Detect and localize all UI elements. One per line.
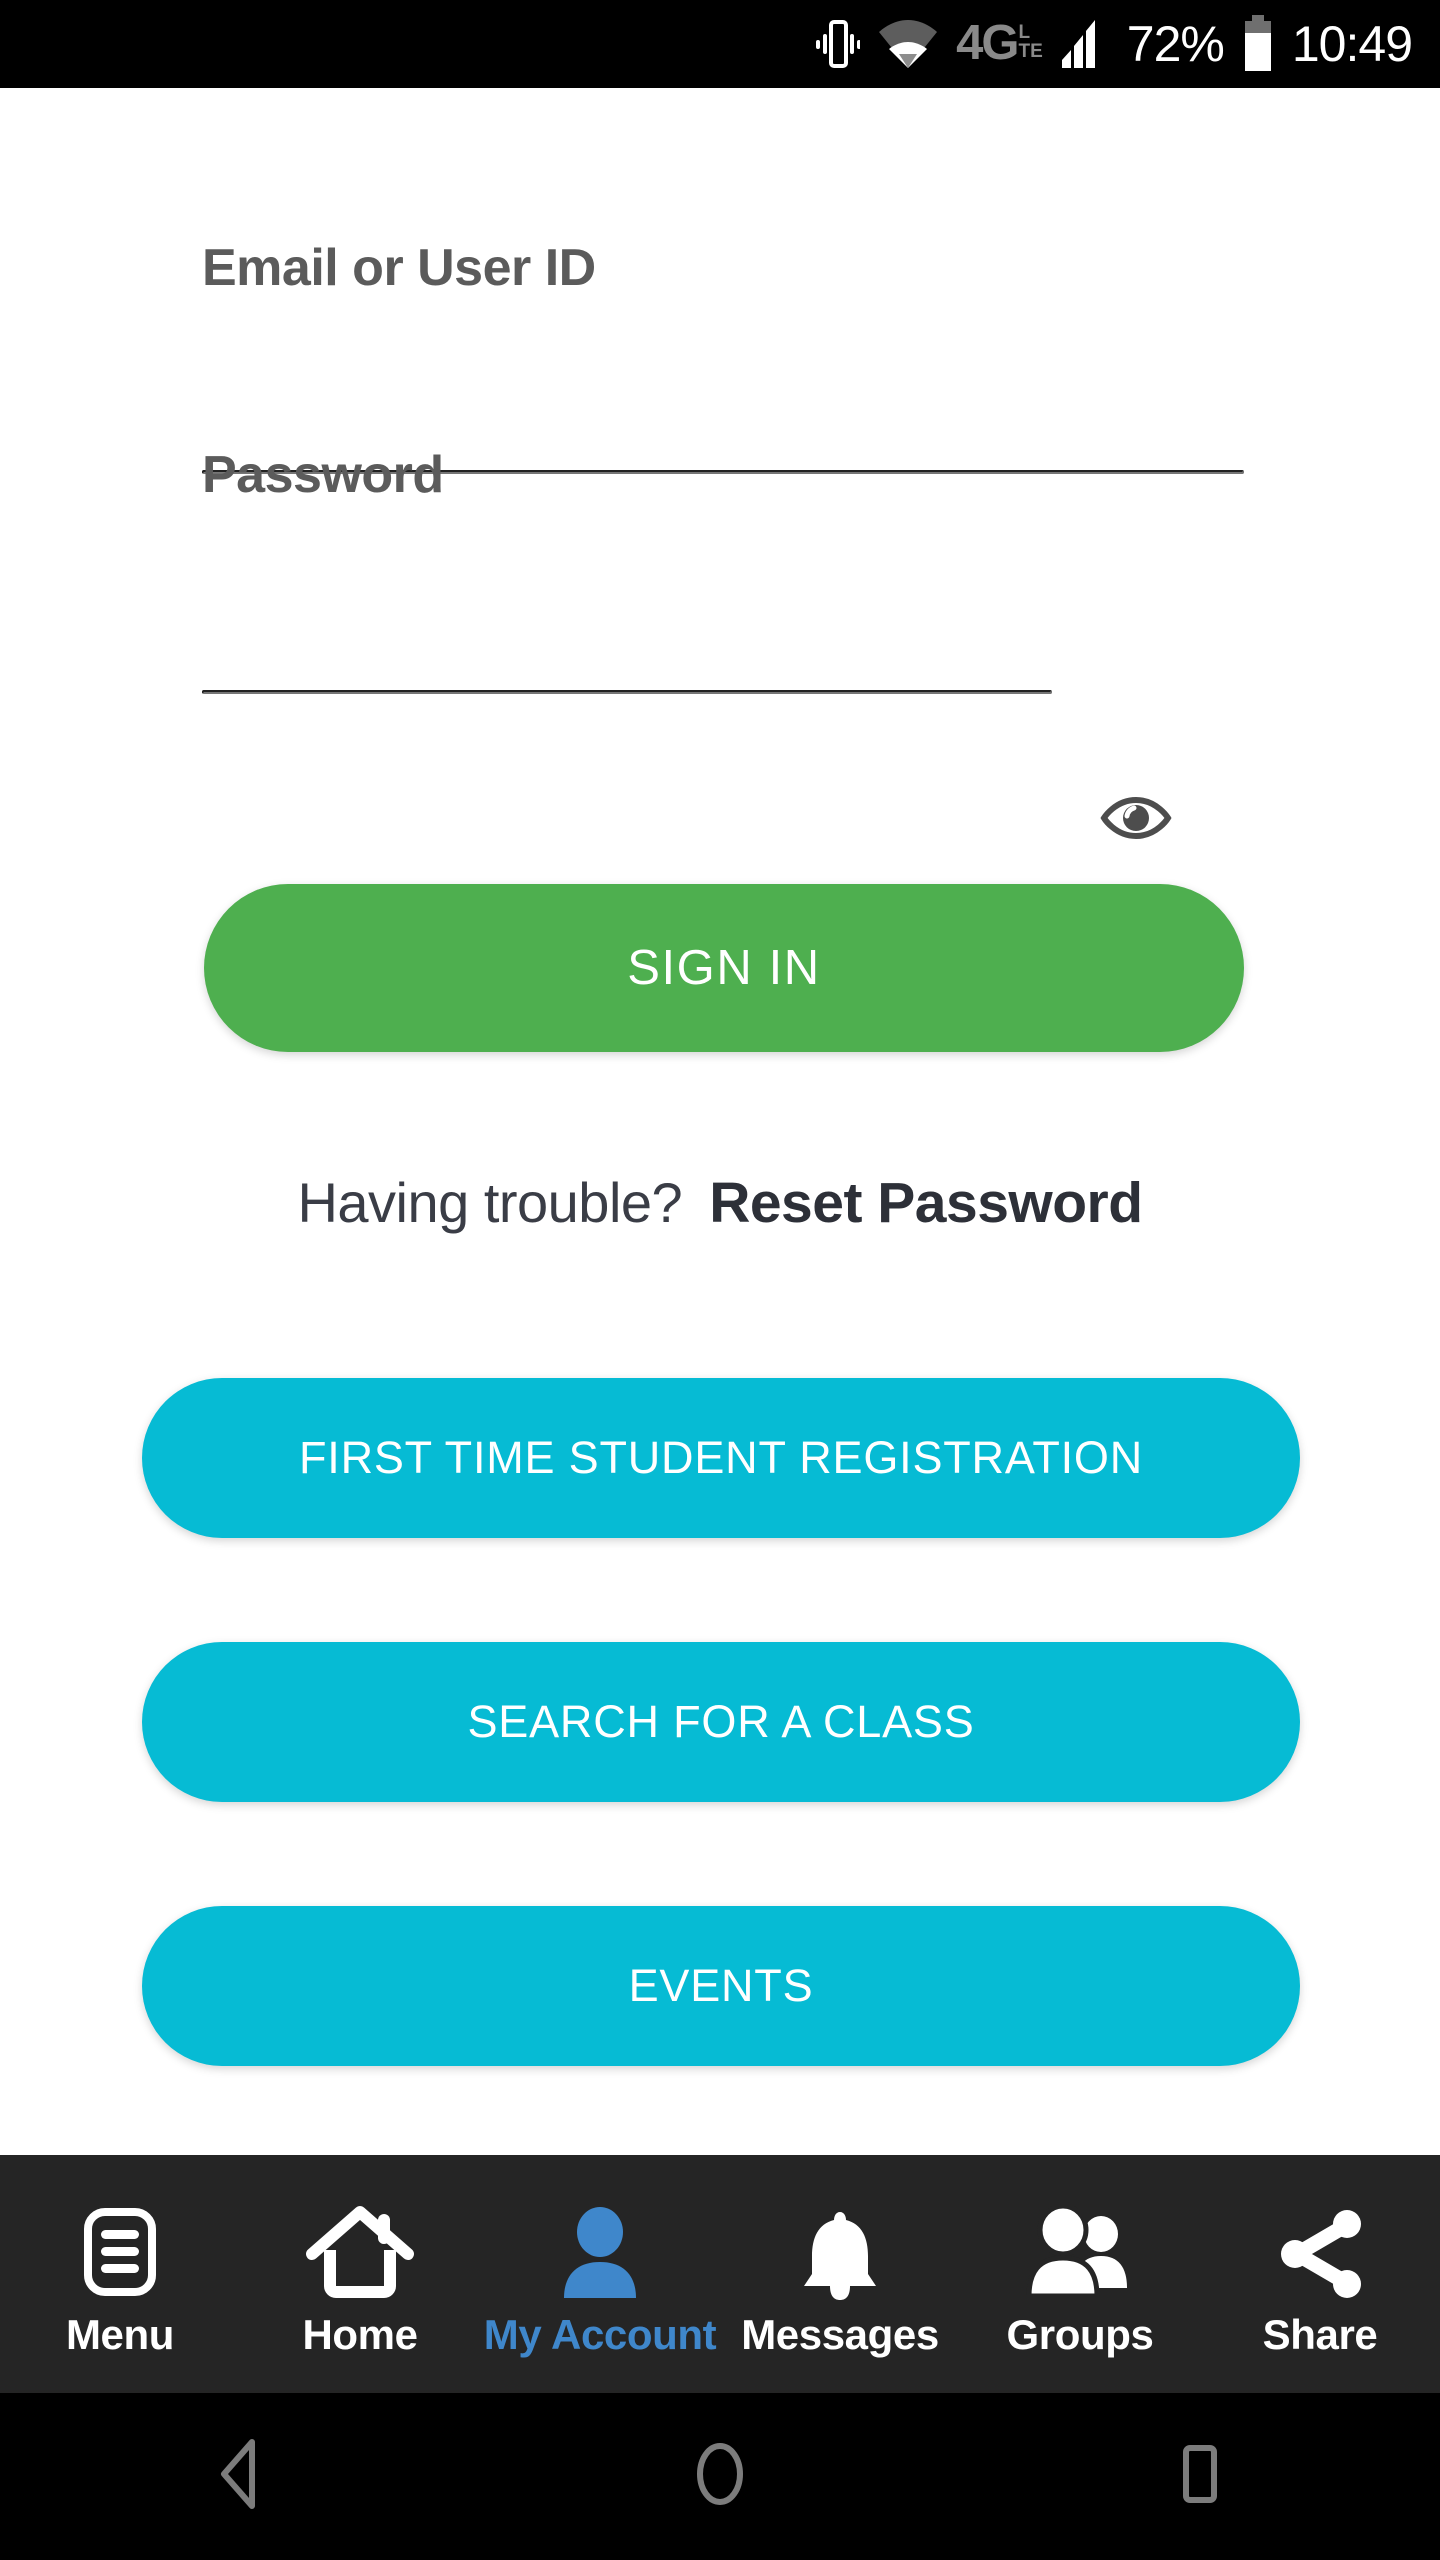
back-triangle-icon <box>204 2434 276 2519</box>
clock-label: 10:49 <box>1291 16 1413 72</box>
status-bar: 4G L TE 72% 10:49 <box>0 0 1440 88</box>
password-visibility-toggle[interactable] <box>1098 782 1174 858</box>
nav-item-menu[interactable]: Menu <box>0 2155 240 2393</box>
eye-icon <box>1100 790 1172 851</box>
person-icon <box>554 2202 646 2308</box>
battery-icon <box>1241 15 1275 73</box>
nav-item-share[interactable]: Share <box>1200 2155 1440 2393</box>
wifi-icon <box>877 16 939 72</box>
network-type-sub-bottom: TE <box>1018 41 1043 63</box>
system-home-button[interactable] <box>480 2434 960 2519</box>
trouble-row: Having trouble? Reset Password <box>0 1170 1440 1236</box>
bottom-navigation-bar: Menu Home My Account Messages Groups Sha… <box>0 2155 1440 2393</box>
battery-percent-label: 72% <box>1126 16 1225 72</box>
home-circle-icon <box>684 2434 756 2519</box>
system-back-button[interactable] <box>0 2434 480 2519</box>
share-icon <box>1271 2202 1369 2308</box>
menu-icon <box>76 2202 164 2308</box>
system-recents-button[interactable] <box>960 2434 1440 2519</box>
groups-icon <box>1021 2202 1139 2308</box>
network-type-icon: 4G L TE <box>956 16 1043 71</box>
network-type-sub-top: L <box>1018 22 1031 44</box>
nav-label-share: Share <box>1262 2311 1378 2358</box>
search-for-a-class-button[interactable]: SEARCH FOR A CLASS <box>142 1642 1300 1802</box>
system-navigation-bar <box>0 2393 1440 2560</box>
nav-label-menu: Menu <box>65 2311 175 2358</box>
nav-label-messages: Messages <box>741 2311 939 2358</box>
nav-item-my-account[interactable]: My Account <box>480 2155 720 2393</box>
nav-item-messages[interactable]: Messages <box>720 2155 960 2393</box>
phone-screen: 4G L TE 72% 10:49 Email or User ID Passw… <box>0 0 1440 2560</box>
network-type-main: 4G <box>956 16 1019 71</box>
bell-icon <box>794 2202 886 2308</box>
nav-label-groups: Groups <box>1006 2311 1154 2358</box>
recents-square-icon <box>1164 2434 1236 2519</box>
reset-password-link[interactable]: Reset Password <box>709 1170 1143 1236</box>
nav-item-groups[interactable]: Groups <box>960 2155 1200 2393</box>
signal-bars-icon <box>1060 16 1110 72</box>
email-field-label: Email or User ID <box>202 239 596 297</box>
sign-in-button[interactable]: SIGN IN <box>204 884 1244 1052</box>
first-time-student-registration-button[interactable]: FIRST TIME STUDENT REGISTRATION <box>142 1378 1300 1538</box>
login-form: Email or User ID Password SIGN IN Having… <box>0 88 1440 2155</box>
nav-item-home[interactable]: Home <box>240 2155 480 2393</box>
password-input[interactable] <box>202 690 1052 694</box>
vibrate-icon <box>816 16 861 72</box>
nav-label-home: Home <box>302 2311 418 2358</box>
password-field-label: Password <box>202 446 444 504</box>
events-button[interactable]: EVENTS <box>142 1906 1300 2066</box>
home-icon <box>306 2202 414 2308</box>
nav-label-my-account: My Account <box>483 2311 717 2358</box>
having-trouble-label: Having trouble? <box>297 1171 683 1234</box>
